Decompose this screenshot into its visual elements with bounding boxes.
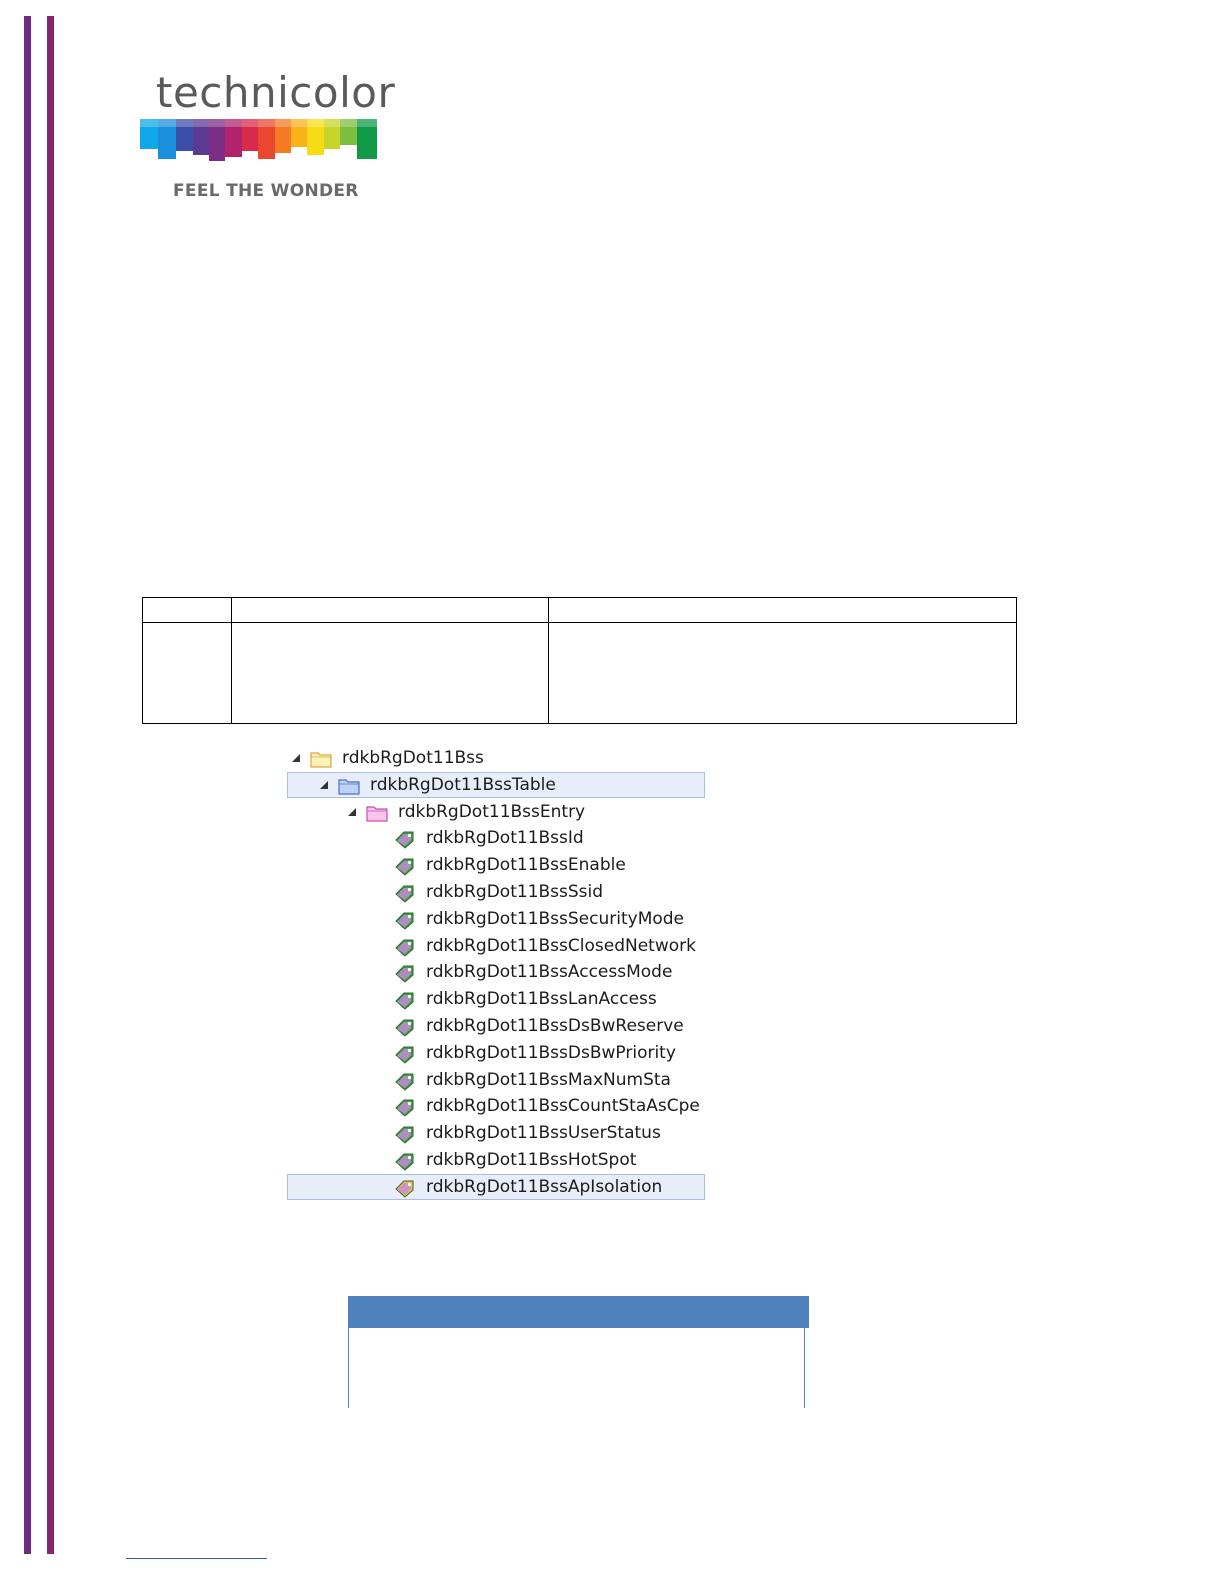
expand-arrow-icon[interactable] [320, 780, 328, 789]
table-cell [548, 622, 1017, 724]
right-accent-bar [47, 16, 54, 1554]
tree-node[interactable]: rdkbRgDot11BssEnable [287, 852, 705, 878]
tree-node[interactable]: rdkbRgDot11Bss [287, 745, 705, 771]
tree-node-label: rdkbRgDot11BssMaxNumSta [426, 1069, 671, 1090]
leaf-object-icon [395, 885, 414, 903]
table-cell [231, 622, 549, 724]
tree-node-label: rdkbRgDot11BssId [426, 828, 584, 849]
table-cell [142, 622, 232, 724]
tree-node[interactable]: rdkbRgDot11BssMaxNumSta [287, 1067, 705, 1093]
tree-node-label: rdkbRgDot11BssSecurityMode [426, 908, 685, 929]
tree-node-label: rdkbRgDot11BssHotSpot [426, 1149, 637, 1170]
table-cell [142, 597, 232, 623]
info-table [142, 597, 1017, 724]
tree-node[interactable]: rdkbRgDot11BssAccessMode [287, 959, 705, 985]
leaf-object-icon [395, 912, 414, 930]
leaf-object-icon [395, 1126, 414, 1144]
blue-table-header [348, 1296, 809, 1328]
tree-node-label: rdkbRgDot11BssClosedNetwork [426, 935, 696, 956]
tree-node-label: rdkbRgDot11BssTable [370, 774, 556, 795]
table-cell [231, 597, 549, 623]
tree-node[interactable]: rdkbRgDot11BssUserStatus [287, 1120, 705, 1146]
tree-node-label: rdkbRgDot11BssDsBwPriority [426, 1042, 676, 1063]
blue-table-right-border [804, 1328, 805, 1408]
blue-table [348, 1296, 809, 1408]
brand-tagline: FEEL THE WONDER [173, 181, 359, 201]
blue-table-left-border [348, 1328, 349, 1408]
tree-node[interactable]: rdkbRgDot11BssEntry [287, 799, 705, 825]
tree-node[interactable]: rdkbRgDot11BssDsBwReserve [287, 1013, 705, 1039]
technicolor-logo: technicolor FEEL THE WONDER [140, 62, 395, 212]
tree-node-label: rdkbRgDot11BssApIsolation [426, 1176, 663, 1197]
tree-node[interactable]: rdkbRgDot11BssDsBwPriority [287, 1040, 705, 1066]
table-row [142, 622, 1017, 724]
tree-node-label: rdkbRgDot11BssDsBwReserve [426, 1015, 684, 1036]
tree-node[interactable]: rdkbRgDot11BssSecurityMode [287, 906, 705, 932]
folder-blue-icon [338, 779, 360, 795]
tree-node[interactable]: rdkbRgDot11BssClosedNetwork [287, 933, 705, 959]
leaf-object-icon [395, 1046, 414, 1064]
leaf-object-icon [395, 1019, 414, 1037]
tree-node[interactable]: rdkbRgDot11BssCountStaAsCpe [287, 1093, 705, 1119]
tree-node-label: rdkbRgDot11BssLanAccess [426, 989, 657, 1010]
tree-node-label: rdkbRgDot11BssEnable [426, 855, 626, 876]
leaf-object-icon [395, 1099, 414, 1118]
tree-node[interactable]: rdkbRgDot11BssHotSpot [287, 1147, 705, 1173]
brand-name: technicolor [156, 68, 396, 117]
tree-node-label: rdkbRgDot11BssEntry [398, 801, 586, 822]
leaf-object-icon [395, 965, 414, 984]
brand-color-strip [140, 119, 377, 161]
leaf-object-icon [395, 831, 414, 850]
leaf-object-icon [395, 1073, 414, 1091]
tree-node-label: rdkbRgDot11BssSsid [426, 881, 604, 902]
tree-node[interactable]: rdkbRgDot11BssLanAccess [287, 986, 705, 1012]
tree-node-label: rdkbRgDot11BssAccessMode [426, 962, 673, 983]
table-header-row [142, 597, 1017, 623]
table-cell [548, 597, 1017, 623]
leaf-object-icon [395, 1153, 414, 1171]
tree-node[interactable]: rdkbRgDot11BssSsid [287, 879, 705, 905]
leaf-object-icon [395, 858, 414, 876]
folder-yellow-icon [310, 752, 332, 768]
tree-node[interactable]: rdkbRgDot11BssApIsolation [287, 1173, 705, 1200]
expand-arrow-icon[interactable] [292, 754, 300, 762]
footer-rule [126, 1558, 267, 1559]
leaf-object-selected-icon [395, 1180, 414, 1198]
leaf-object-icon [395, 992, 414, 1010]
mib-tree-view: rdkbRgDot11Bss rdkbRgDot11BssTable rdkbRgD… [287, 745, 705, 1201]
left-accent-bar [24, 16, 31, 1554]
tree-node-label: rdkbRgDot11Bss [342, 748, 484, 768]
folder-pink-icon [366, 805, 388, 822]
tree-node-label: rdkbRgDot11BssCountStaAsCpe [426, 1096, 700, 1117]
tree-node-label: rdkbRgDot11BssUserStatus [426, 1123, 661, 1144]
tree-node[interactable]: rdkbRgDot11BssTable [287, 771, 705, 798]
tree-node[interactable]: rdkbRgDot11BssId [287, 825, 705, 851]
leaf-object-icon [395, 939, 414, 957]
expand-arrow-icon[interactable] [348, 807, 356, 816]
